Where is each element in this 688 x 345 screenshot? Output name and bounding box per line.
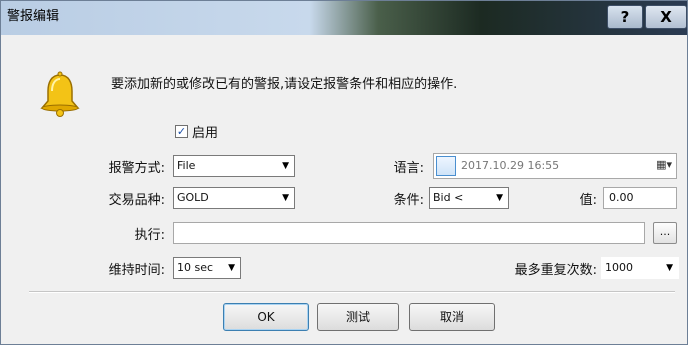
condition-value: Bid <: [433, 191, 464, 204]
ok-button[interactable]: OK: [223, 303, 309, 331]
close-button[interactable]: X: [645, 5, 687, 29]
value-input[interactable]: 0.00: [603, 187, 677, 209]
chevron-down-icon: ▼: [282, 161, 289, 171]
alarm-method-select[interactable]: File ▼: [173, 155, 295, 177]
execute-input[interactable]: [173, 222, 645, 244]
intro-text: 要添加新的或修改已有的警报,请设定报警条件和相应的操作.: [111, 77, 458, 92]
duration-value: 10 sec: [177, 261, 214, 274]
alarm-method-label: 报警方式:: [108, 161, 165, 176]
title-bar[interactable]: 警报编辑 ? X: [1, 1, 687, 35]
chevron-down-icon: ▼: [228, 263, 235, 273]
enable-checkbox[interactable]: ✓: [175, 125, 188, 138]
alert-edit-dialog: 警报编辑 ? X 要添加新的或修改已有的警报,请设定报警条件和相应的操作. ✓ …: [0, 0, 688, 345]
enable-label[interactable]: 启用: [192, 122, 218, 141]
max-repeat-select[interactable]: 1000 ▼: [601, 257, 679, 279]
condition-select[interactable]: Bid < ▼: [429, 187, 509, 209]
symbol-label: 交易品种:: [108, 193, 165, 208]
date-enable-checkbox[interactable]: [436, 156, 456, 176]
divider: [29, 291, 675, 293]
test-button[interactable]: 测试: [317, 303, 399, 331]
window-title: 警报编辑: [7, 9, 60, 24]
symbol-select[interactable]: GOLD ▼: [173, 187, 295, 209]
execute-label: 执行:: [134, 228, 165, 243]
symbol-value: GOLD: [177, 191, 209, 204]
calendar-icon[interactable]: ▦▾: [656, 158, 672, 171]
chevron-down-icon: ▼: [496, 193, 503, 203]
help-button[interactable]: ?: [607, 5, 643, 29]
browse-button[interactable]: ...: [653, 222, 677, 244]
language-label: 语言:: [393, 161, 424, 176]
language-datetime-value: 2017.10.29 16:55: [461, 159, 560, 172]
check-mark: ✓: [176, 125, 187, 138]
bell-icon: [40, 71, 80, 117]
max-repeat-value: 1000: [605, 261, 633, 274]
language-datetime-picker[interactable]: 2017.10.29 16:55 ▦▾: [433, 153, 677, 179]
cancel-button[interactable]: 取消: [409, 303, 495, 331]
duration-select[interactable]: 10 sec ▼: [173, 257, 241, 279]
duration-label: 维持时间:: [108, 263, 165, 278]
condition-label: 条件:: [393, 193, 424, 208]
chevron-down-icon: ▼: [666, 263, 673, 273]
alarm-method-value: File: [177, 159, 196, 172]
chevron-down-icon: ▼: [282, 193, 289, 203]
max-repeat-label: 最多重复次数:: [514, 263, 597, 278]
value-label: 值:: [579, 193, 597, 208]
